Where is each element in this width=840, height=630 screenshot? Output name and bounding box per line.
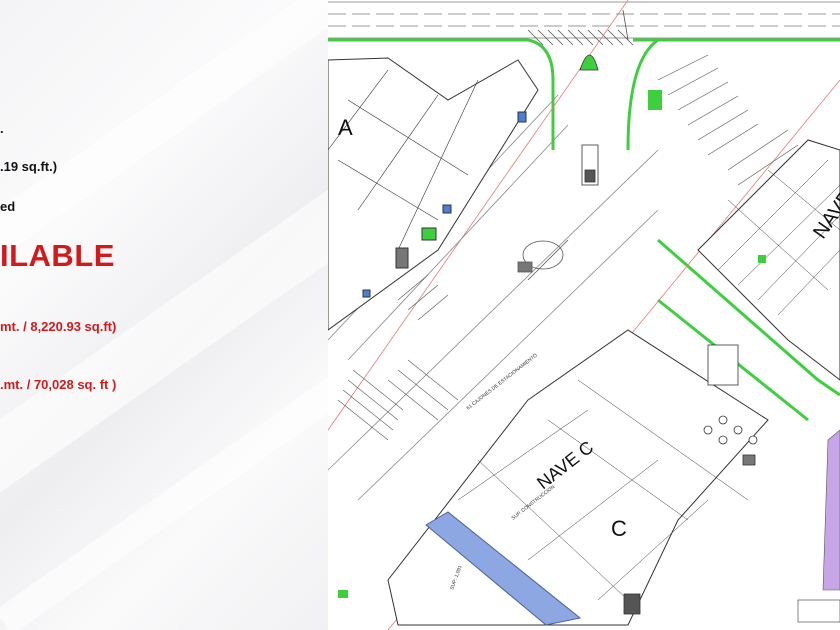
- availability-heading: ILABLE: [0, 238, 115, 273]
- status-text: ed: [0, 199, 16, 214]
- building-a-label: A: [338, 115, 353, 140]
- total-area-sqft-text: .mt. / 70,028 sq. ft ): [0, 377, 117, 392]
- center-roundabout: [517, 239, 569, 281]
- building-nave-right: [697, 139, 840, 381]
- guard-house: [579, 54, 599, 186]
- site-plan: A NAVE NAVE C C SUP: 1,091 SUP. CONSTRUC…: [328, 0, 840, 630]
- available-area-text: mt. / 8,220.93 sq.ft): [0, 319, 117, 334]
- bullet-fragment: .: [0, 121, 4, 136]
- building-c-label: C: [611, 516, 627, 541]
- right-edge-structure: [797, 429, 840, 623]
- top-road: [328, 1, 840, 39]
- total-area-text: .19 sq.ft.): [0, 159, 58, 174]
- info-panel: . .19 sq.ft.) ed ILABLE mt. / 8,220.93 s…: [0, 0, 328, 630]
